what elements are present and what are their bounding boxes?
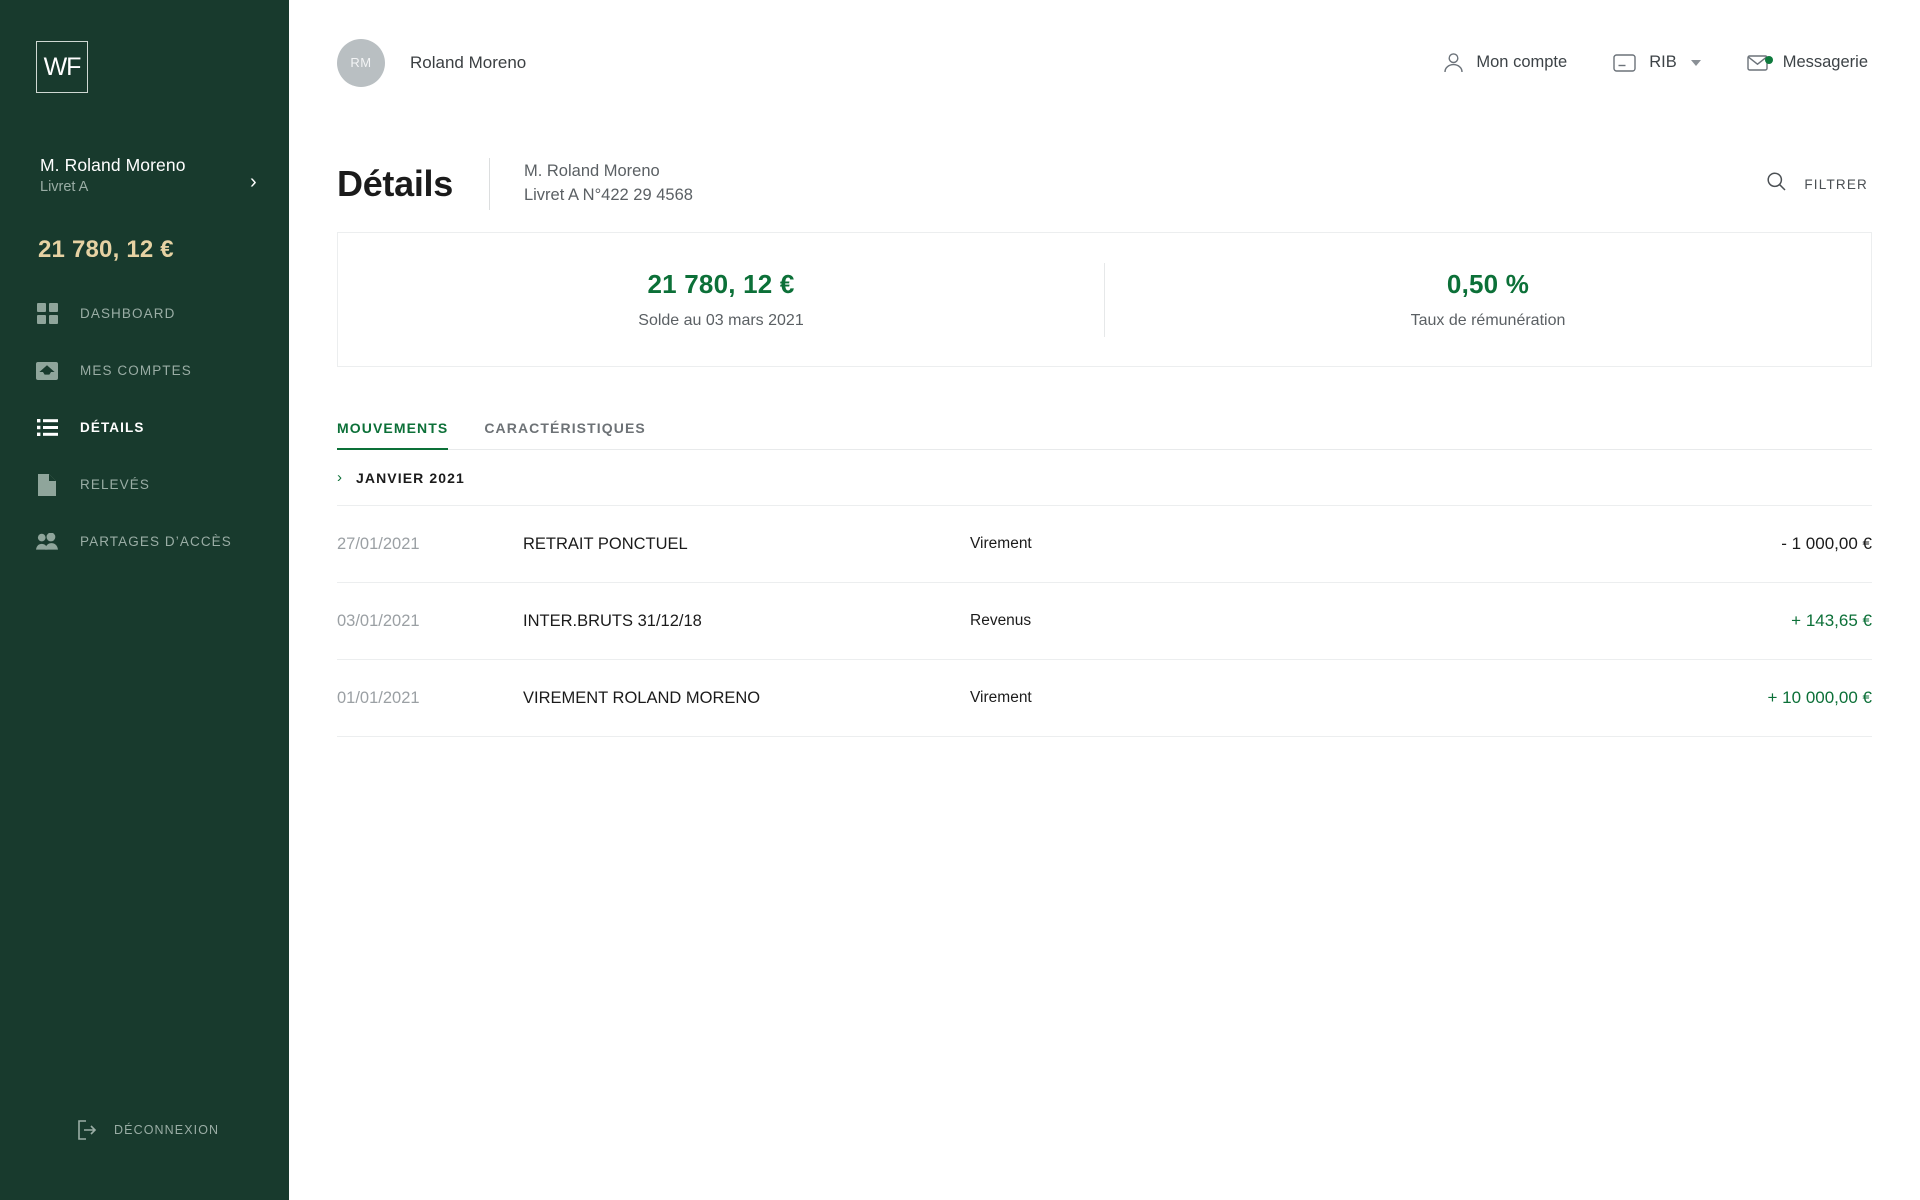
logout-icon xyxy=(78,1120,98,1140)
sidebar-balance: 21 780, 12 € xyxy=(38,236,174,263)
person-icon xyxy=(1444,52,1464,73)
brand-logo-text: WF xyxy=(43,52,82,81)
inbox-icon xyxy=(36,360,58,382)
topbar-user-name: Roland Moreno xyxy=(410,52,527,72)
transaction-list: 27/01/2021 RETRAIT PONCTUEL Virement - 1… xyxy=(289,506,1920,737)
sidebar: WF M. Roland Moreno Livret A › 21 780, 1… xyxy=(0,0,289,1200)
transaction-date: 03/01/2021 xyxy=(337,611,420,630)
table-row[interactable]: 03/01/2021 INTER.BRUTS 31/12/18 Revenus … xyxy=(337,583,1872,660)
page-header: Détails M. Roland Moreno Livret A N°422 … xyxy=(289,148,1920,220)
sidebar-item-details[interactable]: DÉTAILS xyxy=(0,409,289,446)
brand-logo[interactable]: WF xyxy=(36,41,88,93)
transaction-group-label: JANVIER 2021 xyxy=(356,469,465,486)
transaction-category: Virement xyxy=(970,689,1032,706)
chevron-down-icon[interactable] xyxy=(1690,59,1701,66)
header-divider xyxy=(488,158,490,210)
table-row[interactable]: 27/01/2021 RETRAIT PONCTUEL Virement - 1… xyxy=(337,506,1872,583)
card-icon xyxy=(1613,53,1636,72)
account-selector[interactable]: M. Roland Moreno Livret A xyxy=(40,155,255,195)
topnav-messagerie[interactable]: Messagerie xyxy=(1747,53,1868,72)
account-holder-name: M. Roland Moreno xyxy=(40,155,186,175)
transaction-category: Revenus xyxy=(970,612,1032,629)
table-row[interactable]: 01/01/2021 VIREMENT ROLAND MORENO Vireme… xyxy=(337,660,1872,737)
summary-label: Taux de rémunération xyxy=(1410,312,1566,329)
chevron-right-icon: › xyxy=(337,469,342,486)
sidebar-item-label: DASHBOARD xyxy=(80,306,176,321)
topnav-rib[interactable]: RIB xyxy=(1613,53,1701,72)
tab-caracteristiques[interactable]: CARACTÉRISTIQUES xyxy=(484,420,646,449)
sidebar-nav: DASHBOARD MES COMPTES DÉTAILS RELEVÉS PA… xyxy=(0,295,289,580)
account-type-label: Livret A xyxy=(40,179,89,195)
app-root: WF M. Roland Moreno Livret A › 21 780, 1… xyxy=(0,0,1920,1200)
transaction-date: 27/01/2021 xyxy=(337,534,420,553)
transaction-date: 01/01/2021 xyxy=(337,688,420,707)
chevron-right-icon[interactable]: › xyxy=(250,172,257,192)
summary-value: 21 780, 12 € xyxy=(647,269,795,299)
main-content: RM Roland Moreno Mon compte RIB Messager… xyxy=(289,0,1920,1200)
topnav-label: Messagerie xyxy=(1782,53,1868,71)
sidebar-item-mes-comptes[interactable]: MES COMPTES xyxy=(0,352,289,389)
topnav-mon-compte[interactable]: Mon compte xyxy=(1444,52,1568,73)
transaction-label: VIREMENT ROLAND MORENO xyxy=(523,688,761,707)
grid-icon xyxy=(36,303,58,325)
sidebar-item-dashboard[interactable]: DASHBOARD xyxy=(0,295,289,332)
sidebar-item-label: MES COMPTES xyxy=(80,363,192,378)
notification-dot xyxy=(1764,56,1773,64)
summary-label: Solde au 03 mars 2021 xyxy=(638,312,804,329)
filter-button[interactable]: FILTRER xyxy=(1767,172,1868,196)
topnav-label: RIB xyxy=(1649,53,1677,71)
logout-label: DÉCONNEXION xyxy=(114,1123,220,1137)
topbar-nav: Mon compte RIB Messagerie xyxy=(1444,0,1868,125)
transaction-amount: + 10 000,00 € xyxy=(1767,688,1872,707)
page-subtitle-name: M. Roland Moreno xyxy=(523,162,660,181)
envelope-icon xyxy=(1747,53,1773,72)
summary-card: 21 780, 12 € Solde au 03 mars 2021 0,50 … xyxy=(337,232,1872,367)
tab-mouvements[interactable]: MOUVEMENTS xyxy=(337,420,449,450)
avatar[interactable]: RM xyxy=(337,38,385,87)
transaction-amount: + 143,65 € xyxy=(1791,611,1872,630)
document-icon xyxy=(36,473,58,496)
sidebar-item-releves[interactable]: RELEVÉS xyxy=(0,466,289,503)
summary-rate: 0,50 % Taux de rémunération xyxy=(1105,269,1871,330)
topbar: RM Roland Moreno Mon compte RIB Messager… xyxy=(289,0,1920,125)
transaction-label: INTER.BRUTS 31/12/18 xyxy=(523,611,702,630)
transaction-amount: - 1 000,00 € xyxy=(1781,534,1872,553)
summary-value: 0,50 % xyxy=(1446,269,1530,299)
filter-label: FILTRER xyxy=(1804,176,1868,192)
search-icon xyxy=(1767,172,1786,196)
sidebar-item-partages-acces[interactable]: PARTAGES D’ACCÈS xyxy=(0,523,289,560)
summary-balance: 21 780, 12 € Solde au 03 mars 2021 xyxy=(338,269,1104,330)
transaction-group-header[interactable]: › JANVIER 2021 xyxy=(337,450,1872,506)
page-subtitle-account: Livret A N°422 29 4568 xyxy=(523,186,693,204)
tab-bar: MOUVEMENTS CARACTÉRISTIQUES xyxy=(337,404,1872,450)
transaction-label: RETRAIT PONCTUEL xyxy=(523,534,688,553)
transaction-category: Virement xyxy=(970,535,1032,552)
sidebar-item-label: RELEVÉS xyxy=(80,477,150,492)
list-icon xyxy=(36,417,58,439)
people-icon xyxy=(36,531,58,553)
sidebar-item-label: DÉTAILS xyxy=(80,420,145,435)
page-subtitle: M. Roland Moreno Livret A N°422 29 4568 xyxy=(524,160,693,208)
topnav-label: Mon compte xyxy=(1476,53,1568,71)
sidebar-item-label: PARTAGES D’ACCÈS xyxy=(80,534,232,549)
logout-button[interactable]: DÉCONNEXION xyxy=(78,1120,219,1140)
page-title: Détails xyxy=(337,163,453,204)
